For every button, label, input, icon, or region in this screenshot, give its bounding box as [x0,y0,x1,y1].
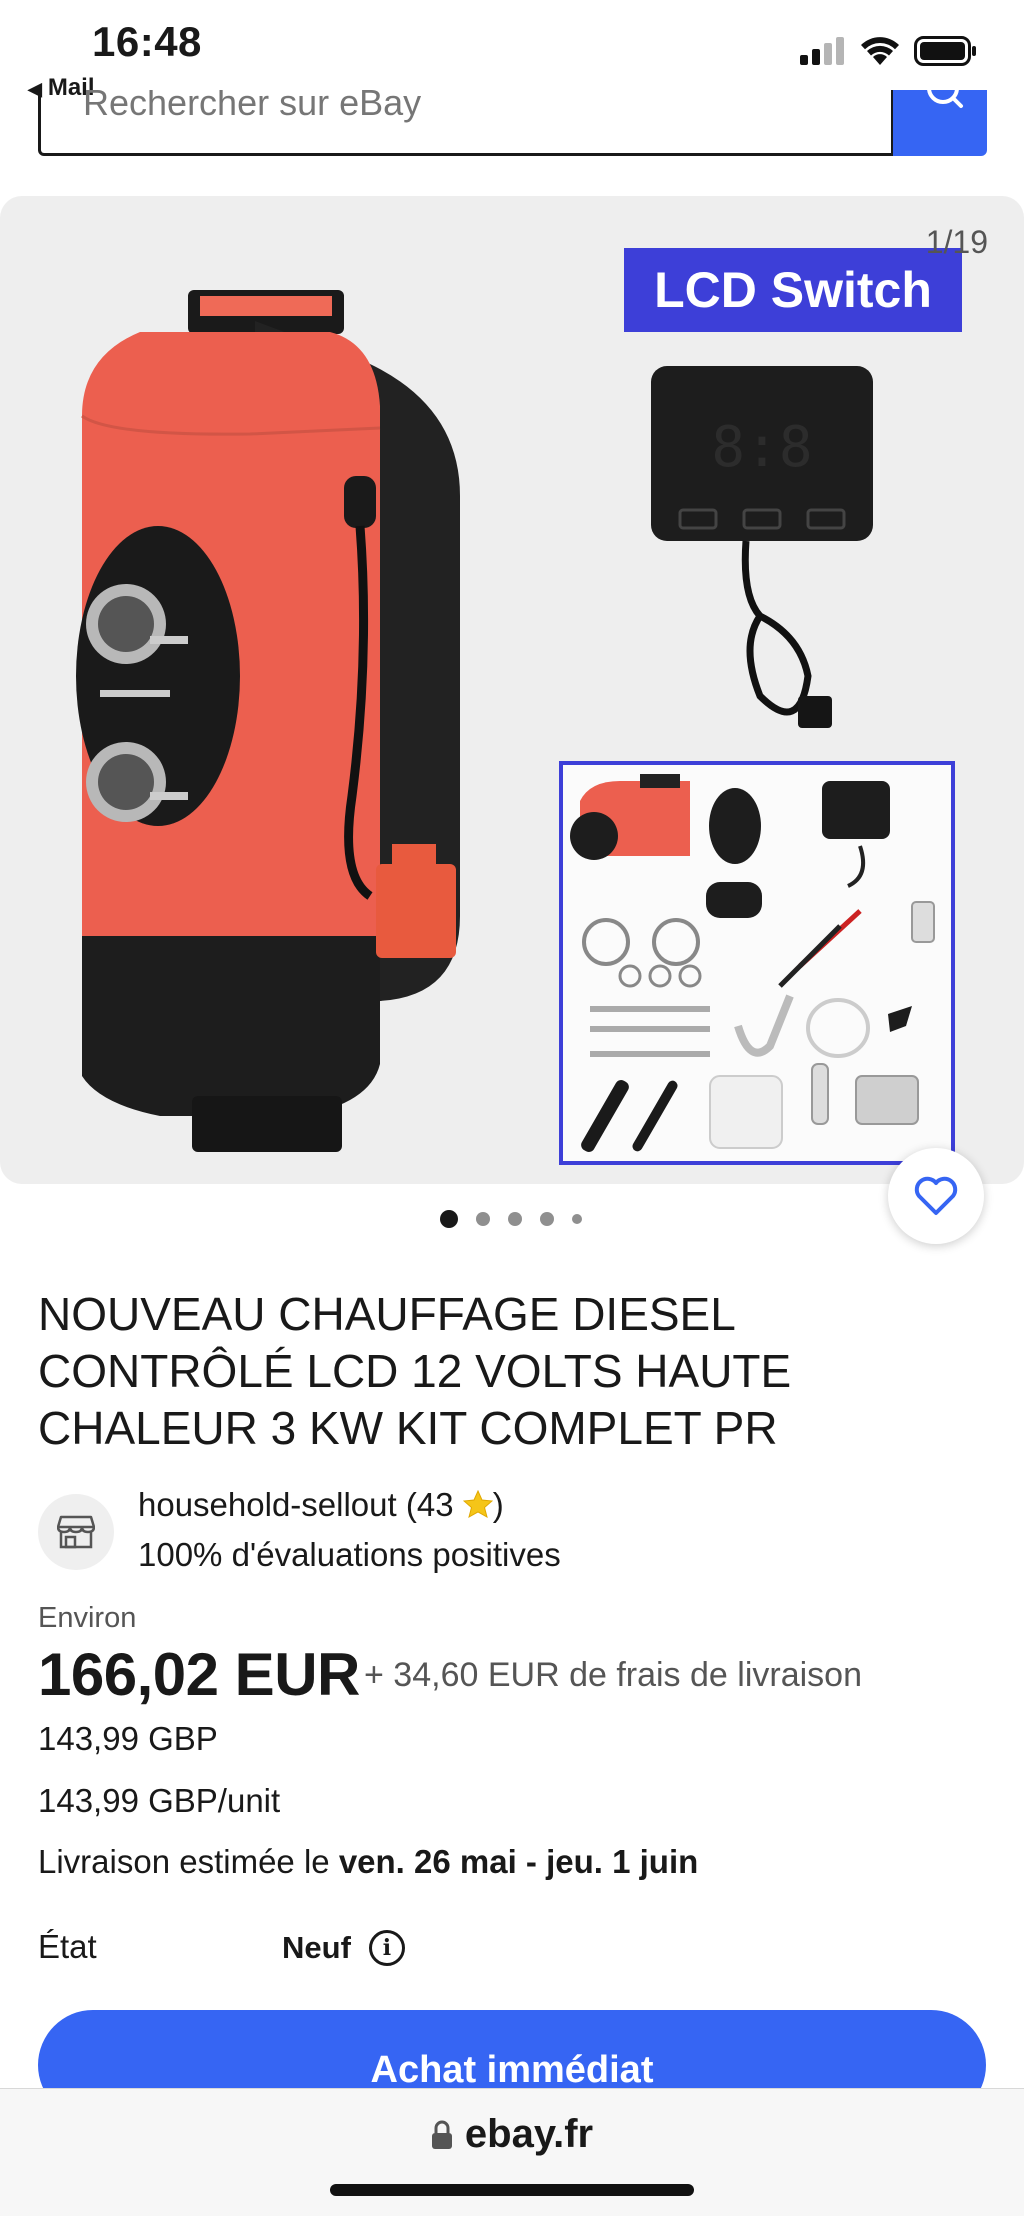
home-indicator [330,2184,694,2196]
pager-dot[interactable] [508,1212,522,1226]
search-placeholder: Rechercher sur eBay [83,90,422,123]
search-input[interactable]: Rechercher sur eBay [38,90,894,156]
image-counter: 1/19 [925,224,988,260]
product-images: 8:8 [76,290,955,1165]
add-to-watchlist-button[interactable] [888,1148,984,1244]
product-title: NOUVEAU CHAUFFAGE DIESEL CONTRÔLÉ LCD 12… [38,1288,792,1454]
url-text: ebay.fr [464,2112,594,2156]
cellular-signal-icon [800,37,844,65]
search-icon [927,87,963,108]
condition-label: État [38,1928,97,1965]
url-field[interactable]: ebay.fr [0,2112,1024,2157]
seller-name: household-sellout (43 [138,1486,454,1523]
estimated-delivery: Livraison estimée le ven. 26 mai - jeu. … [38,1843,698,1881]
seller-name-link[interactable]: household-sellout (43 ) [138,1486,504,1524]
heart-icon [914,1176,958,1215]
delivery-dates: ven. 26 mai - jeu. 1 juin [338,1843,699,1880]
lcd-switch-image: 8:8 [651,366,873,728]
kit-contents-thumbnail [559,761,955,1165]
wifi-icon [861,37,899,65]
condition-value: Neuf [282,1930,351,1965]
status-icons [800,36,978,66]
image-pager[interactable] [440,1210,582,1228]
battery-icon [914,36,976,66]
price-approx-label: Environ [38,1602,137,1634]
shipping-cost: + 34,60 EUR de frais de livraison [364,1656,862,1694]
store-avatar[interactable] [38,1494,114,1570]
pager-dot[interactable] [572,1214,582,1224]
status-time: 16:48 [92,18,202,65]
lcd-switch-banner: LCD Switch [624,248,962,332]
pager-dot-active[interactable] [440,1210,458,1228]
store-icon [57,1515,95,1549]
lock-icon [431,2120,452,2149]
star-icon [462,1489,493,1519]
info-icon[interactable]: i [368,1930,405,1966]
condition-value-row: Neuf i [282,1930,405,1966]
svg-text:8:8: 8:8 [711,415,812,480]
seller-feedback: 100% d'évaluations positives [138,1536,561,1573]
price: 166,02 EUR [38,1641,360,1708]
delivery-prefix: Livraison estimée le [38,1843,339,1880]
unit-price: 143,99 GBP/unit [38,1782,281,1819]
price-original-currency: 143,99 GBP [38,1720,218,1757]
pager-dot[interactable] [540,1212,554,1226]
seller-name-suffix: ) [492,1486,504,1523]
product-image-gallery[interactable]: 8:8 LCD Switch 1/19 [0,196,1024,1184]
pager-dot[interactable] [476,1212,490,1226]
search-button[interactable] [893,87,987,156]
diesel-heater-image [76,290,460,1152]
